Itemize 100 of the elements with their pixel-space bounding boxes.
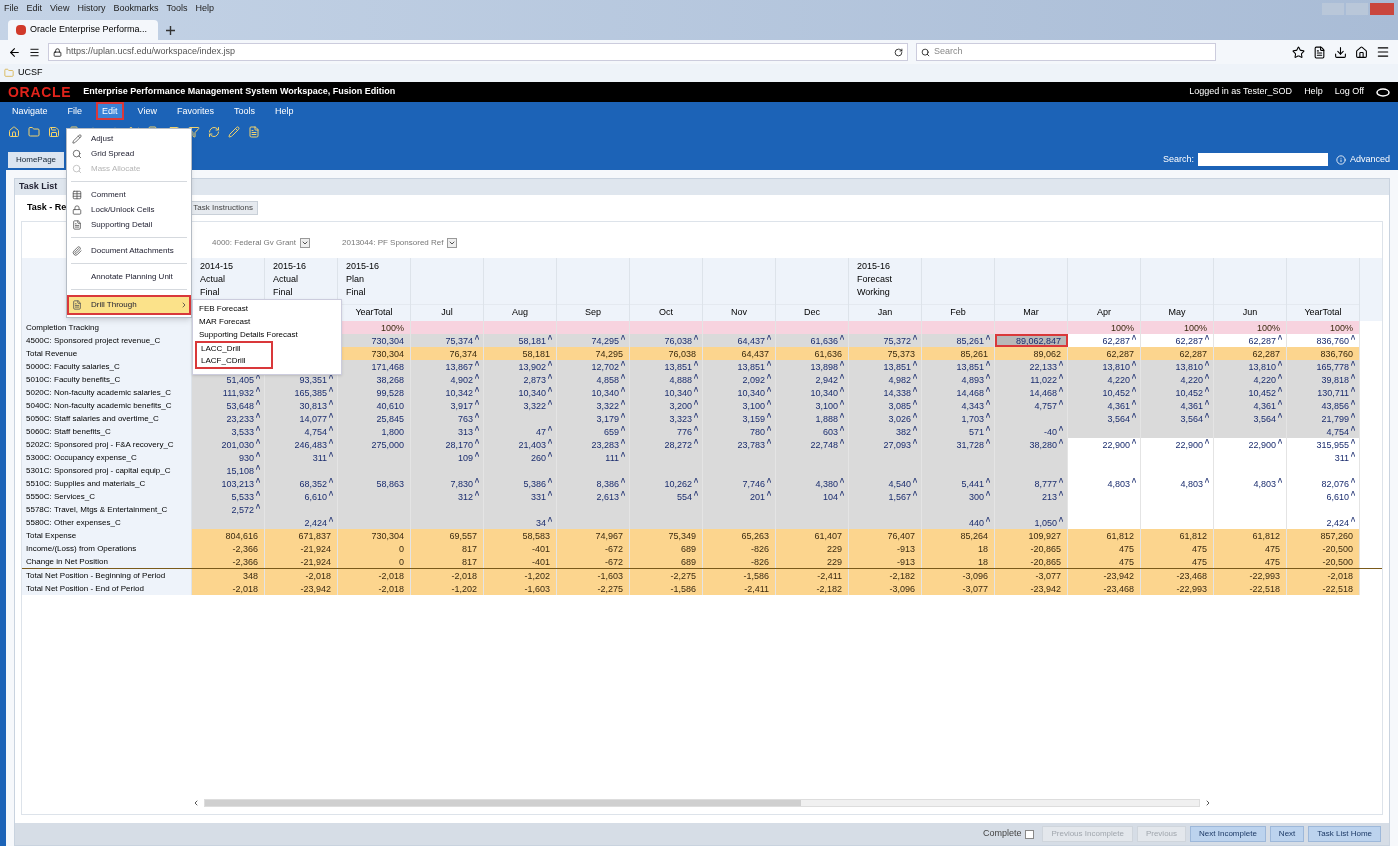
table-cell[interactable]: 10,340 xyxy=(484,386,557,399)
table-cell[interactable]: 4,888 xyxy=(630,373,703,386)
table-cell[interactable]: 312 xyxy=(411,490,484,503)
table-cell[interactable]: 440 xyxy=(922,516,995,529)
table-cell[interactable]: 4,754 xyxy=(265,425,338,438)
submenu-item[interactable]: LACC_Drill xyxy=(197,343,271,355)
menu-item[interactable]: View xyxy=(133,104,161,118)
table-cell[interactable]: 75,374 xyxy=(411,334,484,347)
table-cell[interactable]: 4,757 xyxy=(995,399,1068,412)
table-cell[interactable]: 130,711 xyxy=(1287,386,1360,399)
table-cell[interactable]: 763 xyxy=(411,412,484,425)
menu-item[interactable]: Comment xyxy=(67,187,191,202)
table-cell[interactable]: 300 xyxy=(922,490,995,503)
table-cell[interactable]: 10,262 xyxy=(630,477,703,490)
browser-tab[interactable]: Oracle Enterprise Performa... xyxy=(8,20,158,40)
table-cell[interactable]: 10,340 xyxy=(630,386,703,399)
header-link[interactable]: Help xyxy=(1304,85,1323,99)
table-cell[interactable]: 659 xyxy=(557,425,630,438)
table-cell[interactable]: 3,026 xyxy=(849,412,922,425)
table-cell[interactable]: 4,343 xyxy=(922,399,995,412)
table-cell[interactable]: 13,902 xyxy=(484,360,557,373)
table-cell[interactable]: 14,468 xyxy=(922,386,995,399)
table-cell[interactable]: 331 xyxy=(484,490,557,503)
table-cell[interactable]: 104 xyxy=(776,490,849,503)
table-cell[interactable]: 74,295 xyxy=(557,334,630,347)
menu-item[interactable]: File xyxy=(63,104,87,118)
table-cell[interactable]: 58,181 xyxy=(484,334,557,347)
table-cell[interactable]: 25,845 xyxy=(338,412,411,425)
table-cell[interactable]: 28,170 xyxy=(411,438,484,451)
browser-menu-item[interactable]: File xyxy=(4,2,19,16)
table-cell[interactable]: 15,108 xyxy=(192,464,265,477)
browser-menu-item[interactable]: Tools xyxy=(166,2,188,16)
menu-item[interactable]: Adjust xyxy=(67,131,191,146)
table-cell[interactable]: 1,050 xyxy=(995,516,1068,529)
table-cell[interactable]: 4,893 xyxy=(922,373,995,386)
table-cell[interactable]: 14,077 xyxy=(265,412,338,425)
table-cell[interactable]: 1,800 xyxy=(338,425,411,438)
table-cell[interactable]: 31,728 xyxy=(922,438,995,451)
menu-item[interactable]: Tools xyxy=(229,104,259,118)
footer-button[interactable]: Next Incomplete xyxy=(1190,826,1266,842)
table-cell[interactable]: 27,093 xyxy=(849,438,922,451)
table-cell[interactable]: 75,372 xyxy=(849,334,922,347)
table-cell[interactable]: 111 xyxy=(557,451,630,464)
table-cell[interactable]: 4,220 xyxy=(1068,373,1141,386)
table-cell[interactable]: 2,613 xyxy=(557,490,630,503)
table-cell[interactable]: 38,268 xyxy=(338,373,411,386)
table-cell[interactable]: 13,851 xyxy=(703,360,776,373)
footer-button[interactable]: Task List Home xyxy=(1308,826,1381,842)
table-cell[interactable]: 3,322 xyxy=(484,399,557,412)
table-cell[interactable]: 10,452 xyxy=(1068,386,1141,399)
table-cell[interactable]: 4,858 xyxy=(557,373,630,386)
table-cell[interactable]: 201 xyxy=(703,490,776,503)
table-cell[interactable]: 111,932 xyxy=(192,386,265,399)
table-cell[interactable]: 68,352 xyxy=(265,477,338,490)
table-cell[interactable]: 47 xyxy=(484,425,557,438)
table-cell[interactable]: 85,261 xyxy=(922,334,995,347)
tab[interactable]: HomePage xyxy=(8,152,65,168)
table-cell[interactable]: 109 xyxy=(411,451,484,464)
table-cell[interactable]: 3,159 xyxy=(703,412,776,425)
table-cell[interactable]: 61,636 xyxy=(776,334,849,347)
table-cell[interactable]: 11,022 xyxy=(995,373,1068,386)
menu-item[interactable]: Edit xyxy=(98,104,122,118)
table-cell[interactable]: 5,533 xyxy=(192,490,265,503)
table-cell[interactable]: 30,813 xyxy=(265,399,338,412)
table-cell[interactable]: 382 xyxy=(849,425,922,438)
advanced-link[interactable]: Advanced xyxy=(1349,152,1390,166)
table-cell[interactable]: 21,799 xyxy=(1287,412,1360,425)
submenu-item[interactable]: Supporting Details Forecast xyxy=(195,328,339,341)
table-cell[interactable]: 8,386 xyxy=(557,477,630,490)
table-cell[interactable]: 13,898 xyxy=(776,360,849,373)
table-cell[interactable]: 780 xyxy=(703,425,776,438)
table-cell[interactable]: 22,133 xyxy=(995,360,1068,373)
table-cell[interactable]: -40 xyxy=(995,425,1068,438)
table-cell[interactable]: 10,452 xyxy=(1141,386,1214,399)
table-cell[interactable]: 23,283 xyxy=(557,438,630,451)
table-cell[interactable]: 571 xyxy=(922,425,995,438)
table-cell[interactable]: 4,361 xyxy=(1068,399,1141,412)
table-cell[interactable]: 10,340 xyxy=(557,386,630,399)
table-cell[interactable]: 3,564 xyxy=(1141,412,1214,425)
table-cell[interactable]: 21,403 xyxy=(484,438,557,451)
address-field[interactable]: https://uplan.ucsf.edu/workspace/index.jsp xyxy=(48,43,908,61)
table-cell[interactable]: 14,468 xyxy=(995,386,1068,399)
table-cell[interactable]: 311 xyxy=(265,451,338,464)
table-cell[interactable]: 103,213 xyxy=(192,477,265,490)
table-cell[interactable]: 7,746 xyxy=(703,477,776,490)
table-cell[interactable]: 201,030 xyxy=(192,438,265,451)
table-cell[interactable]: 43,856 xyxy=(1287,399,1360,412)
table-cell[interactable]: 10,340 xyxy=(776,386,849,399)
menu-item[interactable]: Drill Through xyxy=(67,295,191,315)
table-cell[interactable]: 6,610 xyxy=(265,490,338,503)
table-cell[interactable]: 1,703 xyxy=(922,412,995,425)
table-cell[interactable]: 23,233 xyxy=(192,412,265,425)
menu-item[interactable]: Grid Spread xyxy=(67,146,191,161)
table-cell[interactable]: 554 xyxy=(630,490,703,503)
table-cell[interactable]: 13,851 xyxy=(630,360,703,373)
table-cell[interactable]: 3,179 xyxy=(557,412,630,425)
table-cell[interactable]: 930 xyxy=(192,451,265,464)
table-cell[interactable]: 3,100 xyxy=(776,399,849,412)
table-cell[interactable]: 3,085 xyxy=(849,399,922,412)
table-cell[interactable]: 40,610 xyxy=(338,399,411,412)
